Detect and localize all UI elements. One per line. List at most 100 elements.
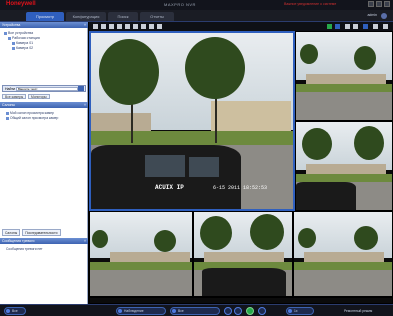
maintenance-mode-label: Ремонтный режим (344, 309, 373, 313)
list-item: Сообщения тревоги нет (6, 247, 43, 251)
sidebar: Устройства ˄ Все устройства Рабочая стан… (0, 22, 88, 304)
statusbar-mode[interactable]: Наблюдение (116, 307, 166, 315)
forward-icon[interactable] (258, 307, 266, 315)
car (296, 182, 356, 210)
snapshot-icon[interactable] (335, 24, 340, 29)
camera-name-overlay: ACUIX IP (155, 184, 184, 191)
maximize-button[interactable] (376, 1, 382, 7)
tree (300, 44, 318, 64)
layout-2x2-icon[interactable] (101, 24, 106, 29)
tree-item[interactable]: Все устройства (4, 31, 33, 35)
devices-panel-header[interactable]: Устройства ˄ (0, 22, 88, 28)
list-item[interactable]: Общий салон просмотра камер (6, 116, 58, 120)
folder-icon (4, 31, 7, 35)
tree (200, 216, 232, 250)
layout-1x1-icon[interactable] (93, 24, 98, 29)
tree (250, 214, 284, 250)
fullscreen-icon[interactable] (157, 24, 162, 29)
events-panel-title: Сообщения тревоги (2, 239, 35, 243)
tree (298, 228, 316, 248)
tab-view[interactable]: Просмотр (26, 12, 64, 21)
list-item[interactable]: Мой салон просмотра камер (6, 111, 54, 115)
current-user: admin (367, 13, 377, 17)
device-search: Найти (2, 85, 86, 92)
statusbar-filter-2[interactable]: Все (170, 307, 220, 315)
window-controls (368, 1, 390, 7)
tree (154, 230, 176, 252)
ptz-icon[interactable] (345, 24, 350, 29)
layout-custom-icon[interactable] (141, 24, 146, 29)
zoom-icon (288, 309, 292, 313)
tree (99, 39, 159, 105)
car (202, 268, 286, 296)
nvr-app-window: Honeywell MAXPRO NVR Важное уведомление … (0, 0, 393, 316)
workstation-icon (8, 36, 11, 40)
minimize-button[interactable] (368, 1, 374, 7)
cam-tile-top-right-1[interactable] (295, 31, 393, 121)
events-panel-header[interactable]: Сообщения тревоги ˄ (0, 238, 88, 244)
camera-icon (12, 46, 15, 50)
search-icon[interactable] (78, 86, 84, 91)
layout-1plus7-icon[interactable] (133, 24, 138, 29)
close-button[interactable] (384, 1, 390, 7)
filter-icon (6, 309, 10, 313)
tree (92, 230, 108, 248)
live-icon[interactable] (246, 307, 254, 315)
tree-item[interactable]: Рабочая станция (8, 36, 40, 40)
grid-icon[interactable] (363, 24, 368, 29)
collapse-icon[interactable]: ˄ (84, 22, 86, 28)
monitor-icon (118, 309, 122, 313)
layout-1plus5-icon[interactable] (125, 24, 130, 29)
tree (185, 37, 245, 99)
main-tab-bar: Просмотр Конфигурация Поиск Отчеты admin (0, 10, 393, 22)
device-subtabs: Все камеры Мониторы (2, 93, 86, 100)
devices-panel-title: Устройства (2, 23, 21, 27)
brand-logo: Honeywell (6, 1, 36, 7)
settings-icon[interactable] (373, 24, 378, 29)
subtab-all-cameras[interactable]: Все камеры (2, 94, 27, 99)
layout-4x4-icon[interactable] (117, 24, 122, 29)
statusbar-filter-1[interactable]: Все (4, 307, 26, 315)
view-icon (6, 111, 9, 115)
layout-wide-icon[interactable] (149, 24, 154, 29)
tree-item[interactable]: Камера 02 (12, 46, 33, 50)
product-title: MAXPRO NVR (164, 2, 196, 7)
subtab-monitors[interactable]: Мониторы (28, 94, 50, 99)
views-panel-title: Салоны (2, 103, 15, 107)
play-icon[interactable] (234, 307, 242, 315)
timestamp-overlay: 6-15 2011 18:52:53 (213, 185, 268, 191)
tree (354, 226, 378, 250)
search-input[interactable] (16, 87, 78, 91)
cam-tile-bottom-1[interactable] (89, 211, 193, 297)
tab-configuration[interactable]: Конфигурация (66, 12, 106, 21)
tab-reports[interactable]: Отчеты (140, 12, 174, 21)
tree (302, 128, 332, 160)
search-label: Найти (5, 87, 15, 91)
rewind-icon[interactable] (224, 307, 232, 315)
sequences-button[interactable]: Последовательности (22, 229, 61, 236)
zoom-control[interactable]: 1x (286, 307, 314, 315)
collapse-icon[interactable]: ˄ (84, 102, 86, 108)
cam-tile-bottom-4 (89, 297, 393, 304)
cam-tile-bottom-3[interactable] (293, 211, 393, 297)
tab-search[interactable]: Поиск (108, 12, 138, 21)
camera-toolbar (89, 22, 393, 31)
status-bar: Все Наблюдение Все 1x Ремонтный режим (0, 304, 393, 316)
tree (354, 46, 376, 70)
close-salvo-icon[interactable] (383, 24, 388, 29)
views-panel-header[interactable]: Салоны ˄ (0, 102, 88, 108)
system-notice-link[interactable]: Важное уведомление о системе (284, 2, 336, 6)
audio-icon[interactable] (353, 24, 358, 29)
view-icon (6, 116, 9, 120)
main-camera-tile[interactable]: ACUIX IP 6-15 2011 18:52:53 (89, 31, 295, 211)
title-bar: Honeywell MAXPRO NVR Важное уведомление … (0, 0, 393, 10)
tree (354, 126, 384, 160)
tree-item[interactable]: Камера 01 (12, 41, 33, 45)
layout-3x3-icon[interactable] (109, 24, 114, 29)
cam-tile-bottom-2[interactable] (193, 211, 293, 297)
salons-button[interactable]: Салоны (2, 229, 21, 236)
cam-tile-top-right-2[interactable] (295, 121, 393, 211)
record-icon[interactable] (327, 24, 332, 29)
help-icon[interactable] (381, 13, 387, 19)
collapse-icon[interactable]: ˄ (84, 238, 86, 244)
